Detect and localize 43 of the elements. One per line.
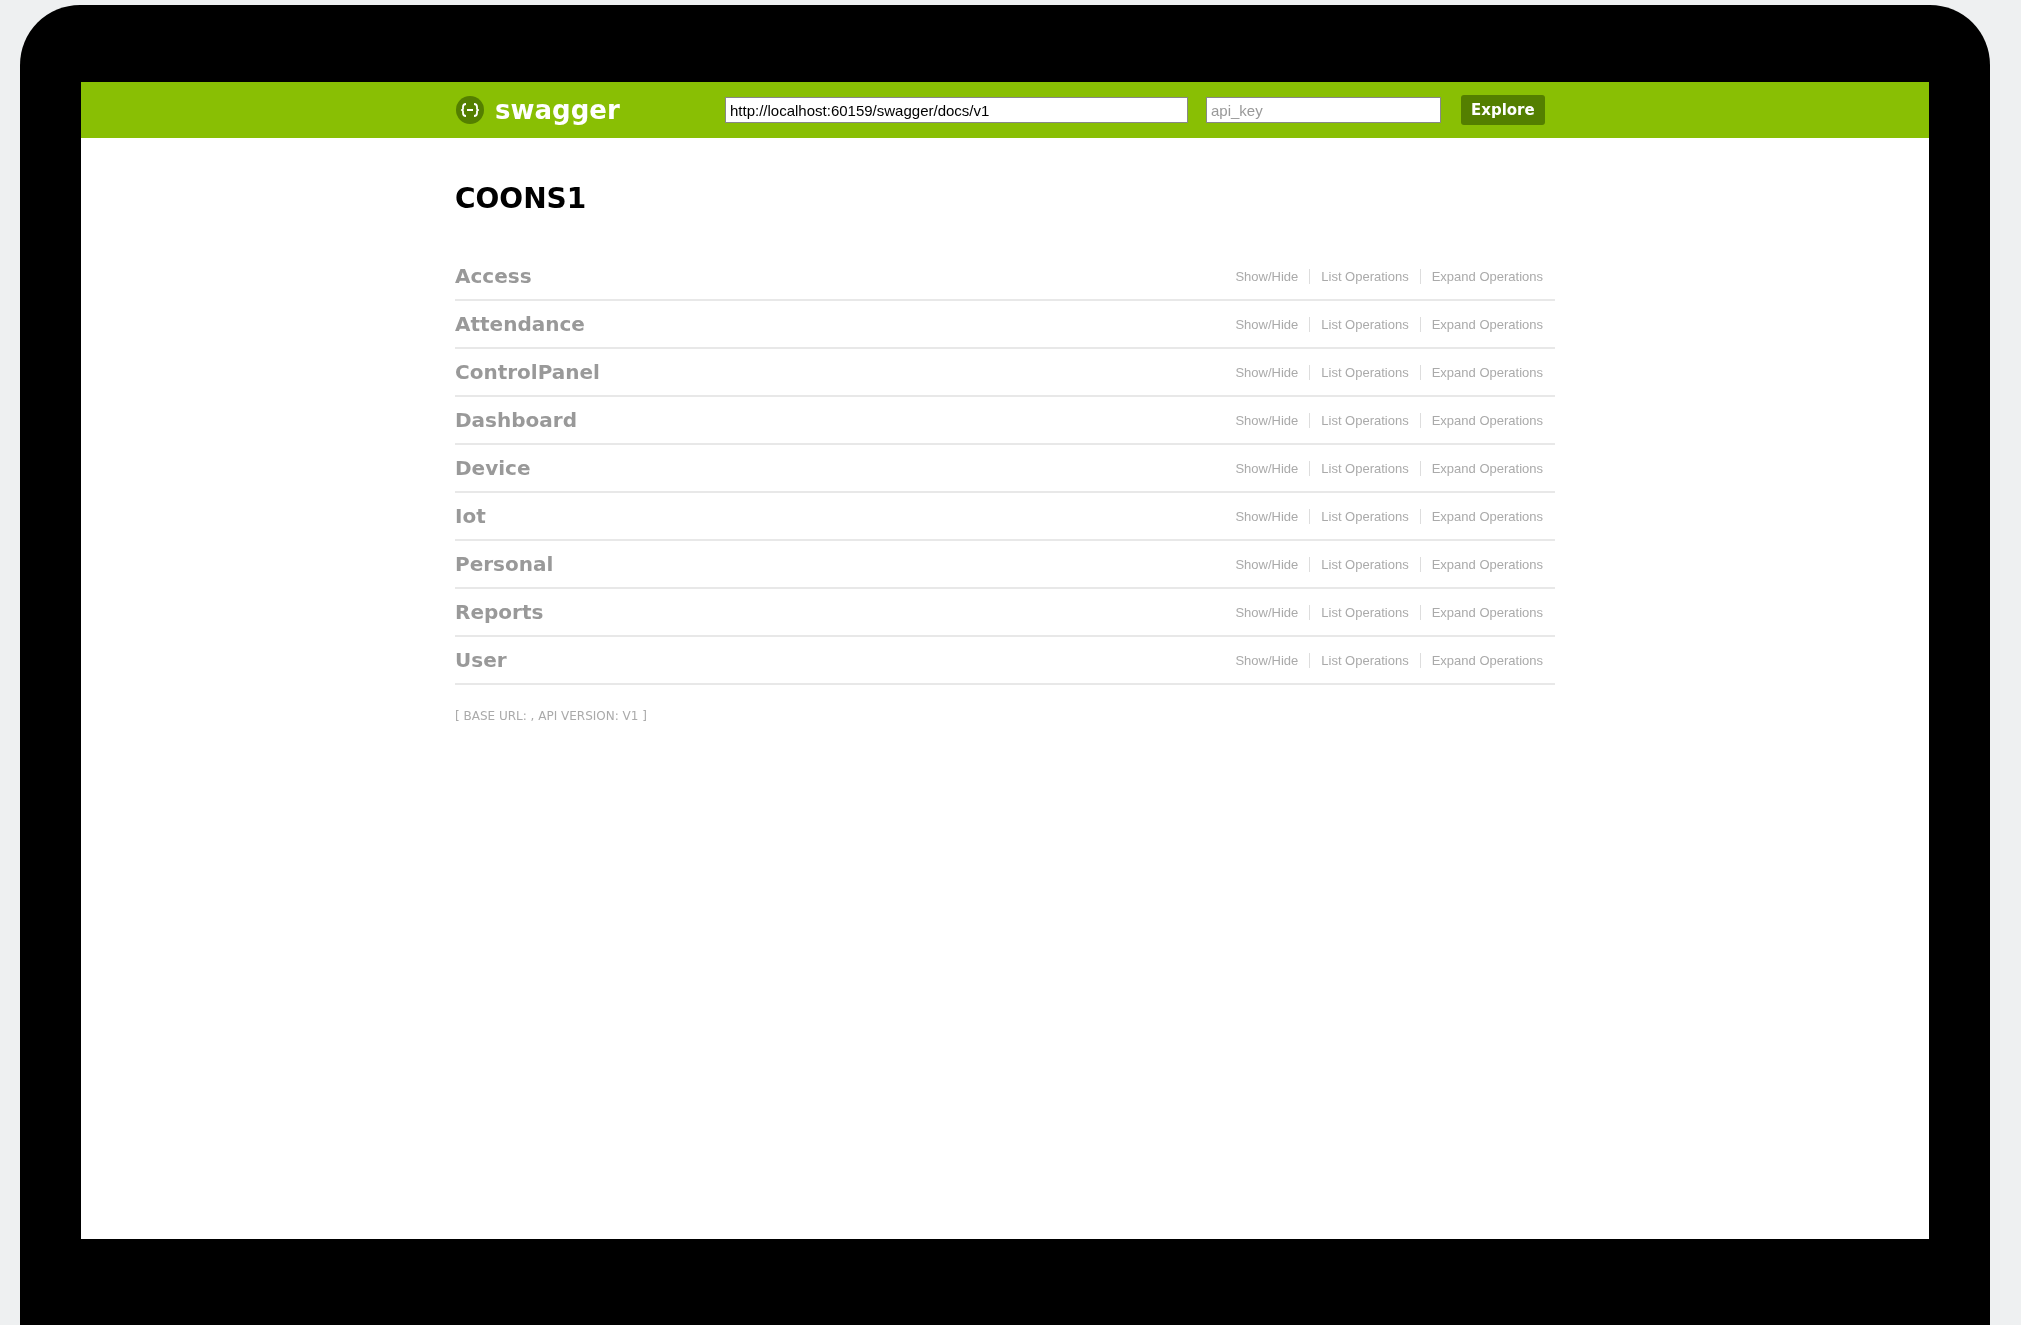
operation-link[interactable]: Show/Hide — [1224, 508, 1310, 524]
operation-link[interactable]: Show/Hide — [1224, 604, 1310, 620]
operation-link[interactable]: List Operations — [1309, 652, 1420, 668]
resource-link[interactable]: Reports — [455, 600, 544, 624]
operation-link[interactable]: List Operations — [1309, 556, 1420, 572]
operation-link[interactable]: List Operations — [1309, 508, 1420, 524]
operation-link[interactable]: Expand Operations — [1419, 556, 1543, 572]
resource-link[interactable]: User — [455, 648, 507, 672]
operation-link[interactable]: Expand Operations — [1419, 412, 1543, 428]
operation-link[interactable]: Expand Operations — [1419, 316, 1543, 332]
operation-link[interactable]: Show/Hide — [1224, 652, 1310, 668]
operation-link[interactable]: Show/Hide — [1224, 556, 1310, 572]
operation-link[interactable]: Expand Operations — [1419, 268, 1543, 284]
operation-link[interactable]: Show/Hide — [1224, 412, 1310, 428]
base-url-info: [ BASE URL: , API VERSION: V1 ] — [455, 709, 648, 723]
operation-link[interactable]: Show/Hide — [1224, 460, 1310, 476]
url-field[interactable]: http://localhost:60159/swagger/docs/v1 — [725, 97, 1188, 123]
resource-link[interactable]: Iot — [455, 504, 486, 528]
operation-link[interactable]: Expand Operations — [1419, 652, 1543, 668]
resource-link[interactable]: Dashboard — [455, 408, 577, 432]
operation-link[interactable]: Expand Operations — [1419, 604, 1543, 620]
api-key-field[interactable]: api_key — [1206, 97, 1441, 123]
operation-link[interactable]: Show/Hide — [1224, 268, 1310, 284]
operation-link[interactable]: List Operations — [1309, 268, 1420, 284]
operation-link[interactable]: List Operations — [1309, 364, 1420, 380]
operation-link[interactable]: Expand Operations — [1419, 364, 1543, 380]
resource-link[interactable]: Access — [455, 264, 532, 288]
operation-link[interactable]: List Operations — [1309, 412, 1420, 428]
logo-text: swagger — [495, 95, 620, 125]
operation-link[interactable]: List Operations — [1309, 316, 1420, 332]
resource-link[interactable]: ControlPanel — [455, 360, 600, 384]
resource-link[interactable]: Device — [455, 456, 531, 480]
operation-link[interactable]: Show/Hide — [1224, 364, 1310, 380]
logo-icon — [455, 95, 485, 125]
page-title: COONS1 — [455, 182, 588, 215]
resource-link[interactable]: Personal — [455, 552, 554, 576]
resource-link[interactable]: Attendance — [455, 312, 585, 336]
explore-button[interactable]: Explore — [1461, 95, 1545, 125]
operation-link[interactable]: Expand Operations — [1419, 460, 1543, 476]
operation-link[interactable]: List Operations — [1309, 460, 1420, 476]
operation-link[interactable]: Expand Operations — [1419, 508, 1543, 524]
operation-link[interactable]: Show/Hide — [1224, 316, 1310, 332]
operation-link[interactable]: List Operations — [1309, 604, 1420, 620]
